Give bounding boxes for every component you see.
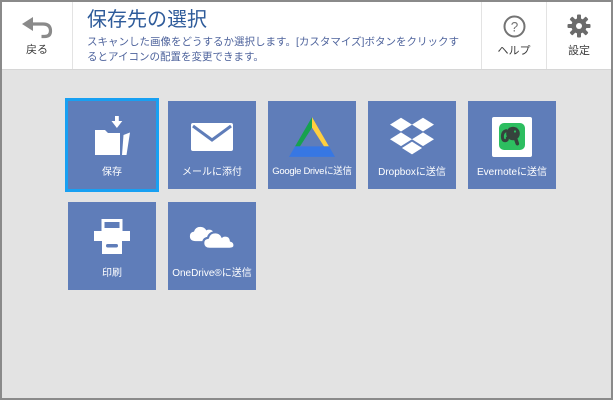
help-label: ヘルプ xyxy=(497,44,531,57)
header: 戻る 保存先の選択 スキャンした画像をどうするか選択します。[カスタマイズ]ボタ… xyxy=(2,2,611,70)
svg-text:?: ? xyxy=(510,19,518,34)
help-icon: ? xyxy=(503,15,525,37)
tile-onedrive[interactable]: OneDrive®に送信 xyxy=(168,202,256,290)
tile-label: OneDrive®に送信 xyxy=(172,268,252,279)
tile-row-2: 印刷 OneDrive®に送信 xyxy=(68,202,611,290)
app-window: 戻る 保存先の選択 スキャンした画像をどうするか選択します。[カスタマイズ]ボタ… xyxy=(0,0,613,400)
tile-email[interactable]: メールに添付 xyxy=(168,101,256,189)
header-text: 保存先の選択 スキャンした画像をどうするか選択します。[カスタマイズ]ボタンをク… xyxy=(73,2,481,69)
settings-label: 設定 xyxy=(568,45,590,57)
back-button[interactable]: 戻る xyxy=(2,2,73,69)
google-drive-icon xyxy=(289,115,335,159)
gear-icon xyxy=(567,14,591,38)
page-title: 保存先の選択 xyxy=(87,9,207,31)
back-label: 戻る xyxy=(26,44,48,56)
evernote-icon xyxy=(492,115,532,159)
tile-label: 印刷 xyxy=(102,268,122,279)
tile-row-1: 保存 メールに添付 Google Driveに送信 Dropboxに送信 Eve… xyxy=(65,98,611,192)
tile-save[interactable]: 保存 xyxy=(65,98,159,192)
email-icon xyxy=(190,115,234,159)
tile-print[interactable]: 印刷 xyxy=(68,202,156,290)
tile-label: Google Driveに送信 xyxy=(272,166,352,177)
tile-google-drive[interactable]: Google Driveに送信 xyxy=(268,101,356,189)
tile-dropbox[interactable]: Dropboxに送信 xyxy=(368,101,456,189)
settings-button[interactable]: 設定 xyxy=(546,2,611,69)
dropbox-icon xyxy=(390,115,434,159)
tile-label: メールに添付 xyxy=(182,167,242,178)
tile-label: Evernoteに送信 xyxy=(476,167,548,178)
back-arrow-icon xyxy=(22,17,53,39)
save-folder-icon xyxy=(89,115,135,159)
tile-label: Dropboxに送信 xyxy=(378,167,446,178)
onedrive-cloud-icon xyxy=(187,216,237,260)
destination-grid: 保存 メールに添付 Google Driveに送信 Dropboxに送信 Eve… xyxy=(2,70,611,303)
page-subtitle: スキャンした画像をどうするか選択します。[カスタマイズ]ボタンをクリックするとア… xyxy=(87,36,459,63)
help-button[interactable]: ? ヘルプ xyxy=(481,2,546,69)
printer-icon xyxy=(89,216,135,260)
tile-label: 保存 xyxy=(102,167,122,178)
tile-evernote[interactable]: Evernoteに送信 xyxy=(468,101,556,189)
